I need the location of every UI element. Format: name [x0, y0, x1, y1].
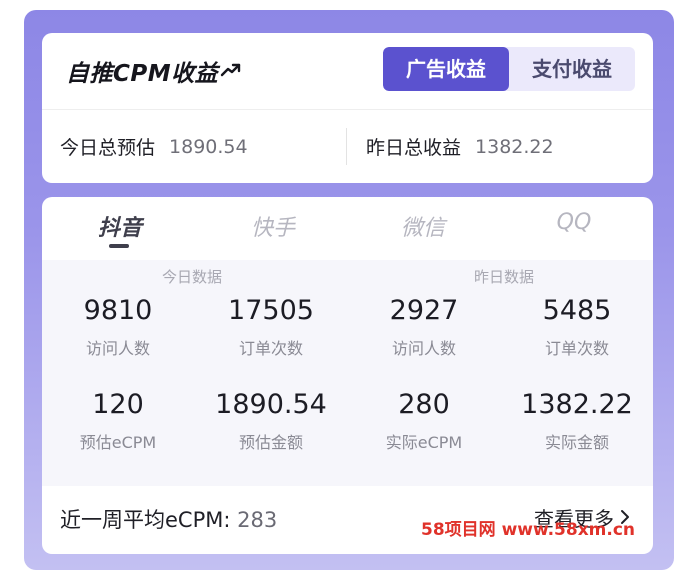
- payment-revenue-tab[interactable]: 支付收益: [509, 47, 635, 91]
- revenue-type-toggle: 广告收益 支付收益: [383, 47, 635, 91]
- weekly-avg-label: 近一周平均eCPM:: [60, 508, 231, 532]
- divider: [346, 128, 347, 165]
- stat-value: 1890.54: [215, 389, 327, 420]
- card-header: 自推CPM收益 广告收益 支付收益: [42, 33, 653, 110]
- stat-yesterday-actual-amount: 1382.22 实际金额: [501, 389, 653, 453]
- stat-label: 预估eCPM: [79, 433, 157, 452]
- ad-revenue-tab[interactable]: 广告收益: [383, 47, 509, 91]
- stat-yesterday-actual-ecpm: 280 实际eCPM: [348, 389, 500, 453]
- weekly-avg-value: 283: [237, 508, 278, 532]
- stat-value: 280: [398, 389, 450, 420]
- today-data-label: 今日数据: [161, 268, 222, 286]
- stat-value: 17505: [228, 295, 314, 326]
- tab-qq[interactable]: QQ: [498, 210, 650, 235]
- today-estimate-label: 今日总预估: [60, 137, 156, 159]
- stat-value: 5485: [542, 295, 612, 326]
- stat-today-est-amount: 1890.54 预估金额: [195, 389, 347, 453]
- yesterday-data-label: 昨日数据: [473, 268, 534, 286]
- title-text: 自推CPM收益: [66, 61, 219, 87]
- weekly-avg-ecpm: 近一周平均eCPM: 283: [60, 504, 277, 534]
- active-tab-indicator: [109, 244, 129, 248]
- stat-value: 120: [92, 389, 144, 420]
- yesterday-revenue-value: 1382.22: [475, 135, 554, 158]
- stats-grid: 今日数据 昨日数据 9810 访问人数 17505 订单次数 2927 访问人数…: [42, 260, 653, 486]
- stat-yesterday-orders: 5485 订单次数: [501, 295, 653, 359]
- yesterday-revenue-label: 昨日总收益: [366, 137, 462, 159]
- stat-value: 9810: [83, 295, 153, 326]
- tab-wechat[interactable]: 微信: [347, 210, 499, 242]
- platform-stats-card: 抖音 快手 微信 QQ 今日数据 昨日数据 9810 访问人数 17505 订单…: [42, 197, 653, 554]
- trend-up-icon: [220, 58, 242, 84]
- tab-douyin[interactable]: 抖音: [44, 210, 196, 242]
- stat-yesterday-visitors: 2927 访问人数: [348, 295, 500, 359]
- stat-label: 订单次数: [544, 339, 609, 358]
- stat-label: 实际eCPM: [385, 433, 463, 452]
- stat-label: 访问人数: [85, 339, 150, 358]
- today-estimate-value: 1890.54: [169, 135, 248, 158]
- watermark: 58项目网 www.58xm.cn: [421, 520, 636, 540]
- page-title: 自推CPM收益: [66, 54, 242, 88]
- revenue-summary-card: 自推CPM收益 广告收益 支付收益 今日总预估 1890.54 昨日总收益 13…: [42, 33, 653, 183]
- stat-today-est-ecpm: 120 预估eCPM: [42, 389, 194, 453]
- stat-label: 订单次数: [238, 339, 303, 358]
- stat-value: 2927: [389, 295, 459, 326]
- stat-today-visitors: 9810 访问人数: [42, 295, 194, 359]
- yesterday-revenue: 昨日总收益 1382.22: [366, 110, 554, 183]
- today-estimate: 今日总预估 1890.54: [60, 110, 248, 183]
- stat-label: 预估金额: [238, 433, 303, 452]
- tab-kuaishou[interactable]: 快手: [197, 210, 349, 242]
- platform-tabs: 抖音 快手 微信 QQ: [42, 197, 653, 257]
- stat-today-orders: 17505 订单次数: [195, 295, 347, 359]
- stat-label: 实际金额: [544, 433, 609, 452]
- stat-label: 访问人数: [391, 339, 456, 358]
- stat-value: 1382.22: [521, 389, 633, 420]
- summary-row: 今日总预估 1890.54 昨日总收益 1382.22: [42, 110, 653, 183]
